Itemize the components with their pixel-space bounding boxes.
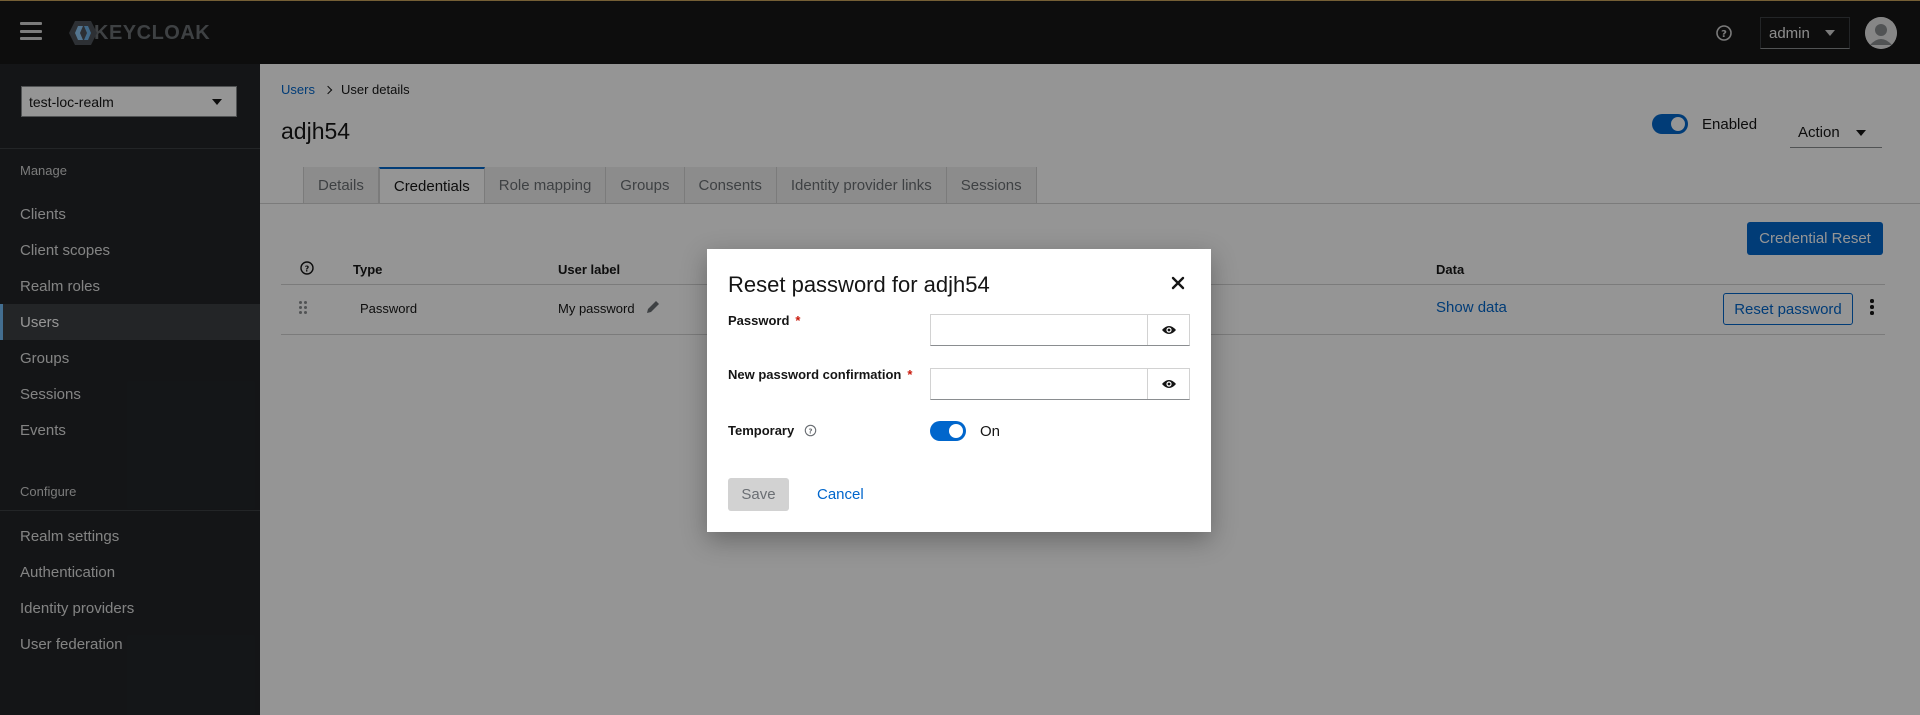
confirm-password-label: New password confirmation *	[728, 367, 912, 382]
password-label-text: Password	[728, 313, 790, 328]
confirm-password-field-group	[930, 368, 1190, 400]
cancel-button[interactable]: Cancel	[809, 478, 872, 511]
save-button[interactable]: Save	[728, 478, 789, 511]
required-marker: *	[795, 313, 801, 328]
modal-title: Reset password for adjh54	[728, 272, 990, 297]
temporary-toggle[interactable]: On	[930, 421, 1000, 441]
reset-password-modal: Reset password for adjh54 Password * New …	[707, 249, 1211, 532]
temporary-label-text: Temporary	[728, 423, 795, 438]
password-field-group	[930, 314, 1190, 346]
confirm-password-label-text: New password confirmation	[728, 367, 902, 382]
help-icon[interactable]: ?	[804, 424, 817, 440]
eye-icon[interactable]	[1147, 369, 1189, 399]
temporary-switch[interactable]	[930, 421, 966, 441]
eye-icon[interactable]	[1147, 315, 1189, 345]
required-marker: *	[907, 367, 913, 382]
svg-text:?: ?	[808, 427, 812, 435]
password-input[interactable]	[931, 315, 1147, 345]
password-label: Password *	[728, 313, 800, 328]
confirm-password-input[interactable]	[931, 369, 1147, 399]
temporary-label: Temporary ?	[728, 423, 817, 440]
temporary-state: On	[980, 422, 1001, 440]
close-icon[interactable]	[1169, 274, 1187, 292]
